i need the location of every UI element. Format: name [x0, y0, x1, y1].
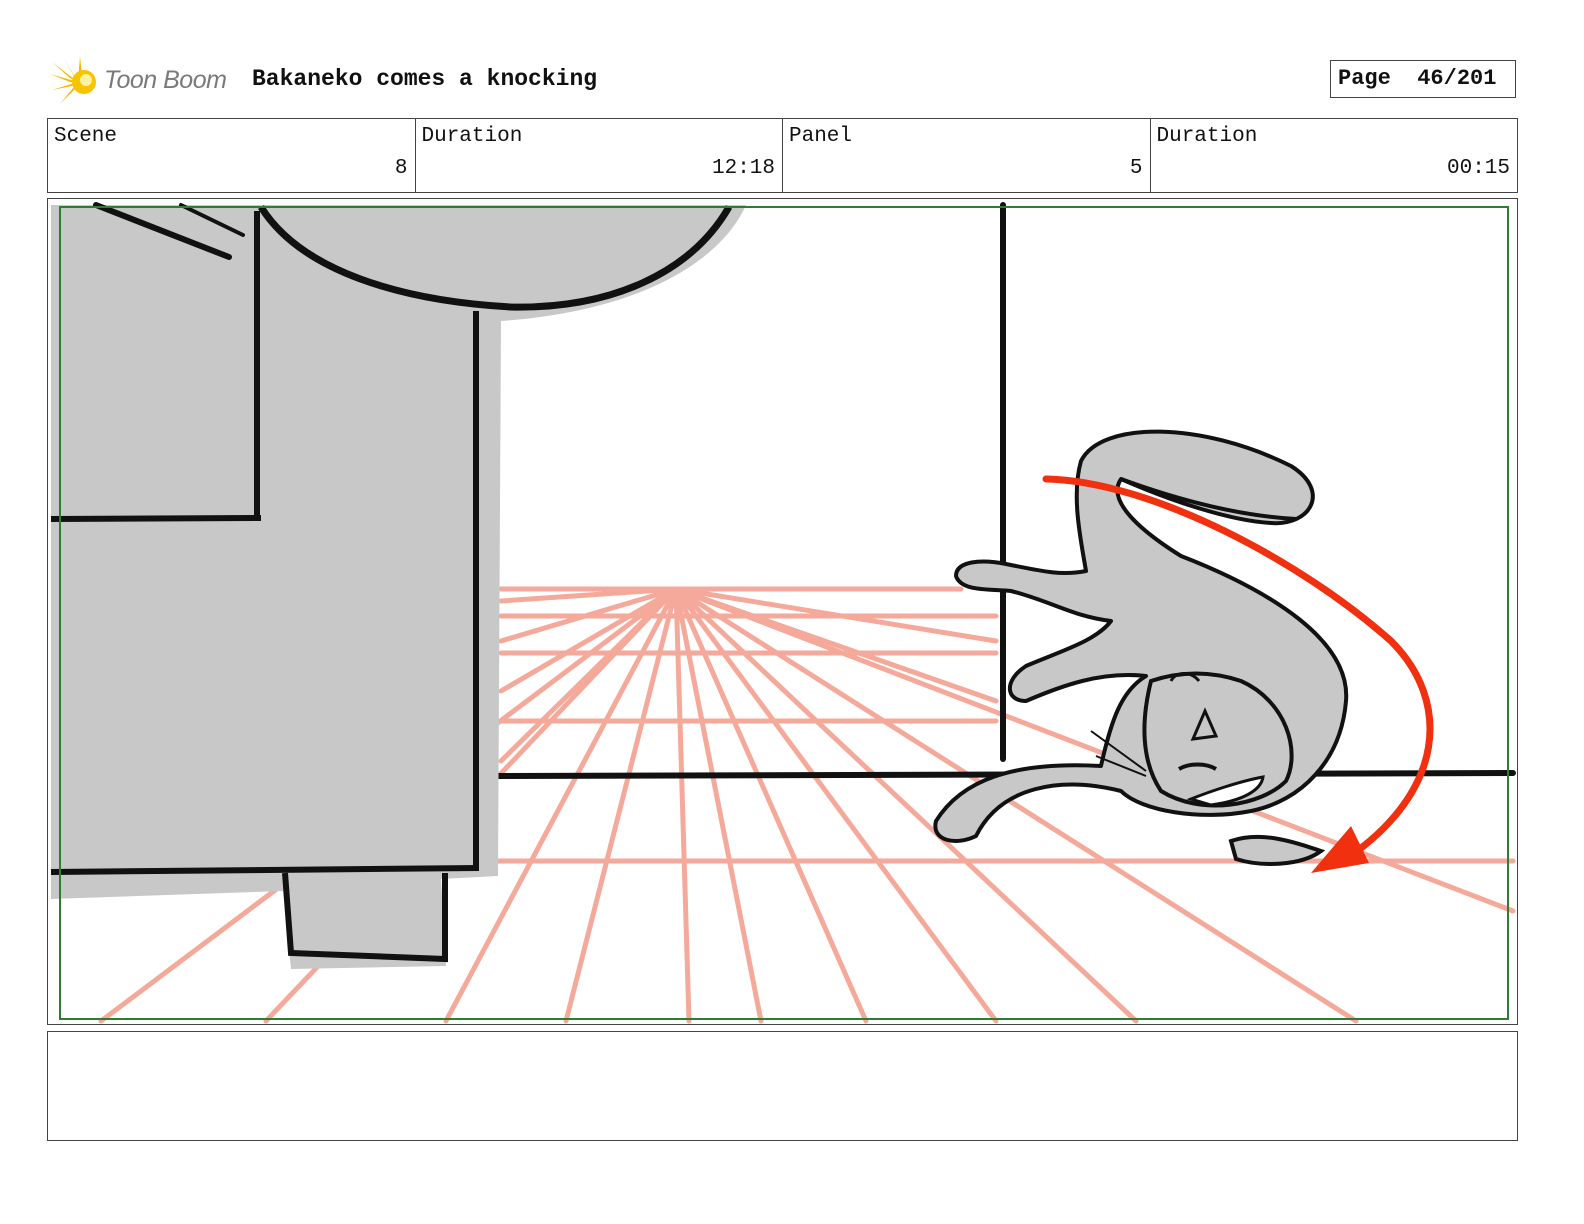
panel-duration-cell: Duration 00:15: [1151, 119, 1518, 192]
panel-cell: Panel 5: [783, 119, 1151, 192]
storyboard-panel: [47, 198, 1518, 1025]
panel-value: 5: [1129, 157, 1143, 180]
storyboard-title: Bakaneko comes a knocking: [252, 66, 598, 92]
page-value: 46/201: [1417, 66, 1497, 91]
page-label: Page: [1338, 66, 1391, 91]
scene-label: Scene: [54, 125, 118, 148]
panel-notes[interactable]: [47, 1031, 1518, 1141]
scene-duration-label: Duration: [421, 125, 523, 148]
logo-text: Toon Boom: [104, 66, 227, 94]
scene-info-table: Scene 8 Duration 12:18 Panel 5 Duration …: [47, 118, 1518, 193]
panel-label: Panel: [789, 125, 853, 148]
panel-duration-value: 00:15: [1446, 157, 1510, 180]
scene-duration-cell: Duration 12:18: [416, 119, 783, 192]
panel-duration-label: Duration: [1156, 125, 1258, 148]
scene-cell: Scene 8: [48, 119, 416, 192]
starburst-icon: [50, 56, 96, 104]
toon-boom-logo: Toon Boom: [50, 56, 240, 106]
panel-drawing: [50, 202, 1516, 1024]
scene-value: 8: [394, 157, 408, 180]
page-indicator: Page 46/201: [1330, 60, 1516, 98]
scene-duration-value: 12:18: [711, 157, 775, 180]
